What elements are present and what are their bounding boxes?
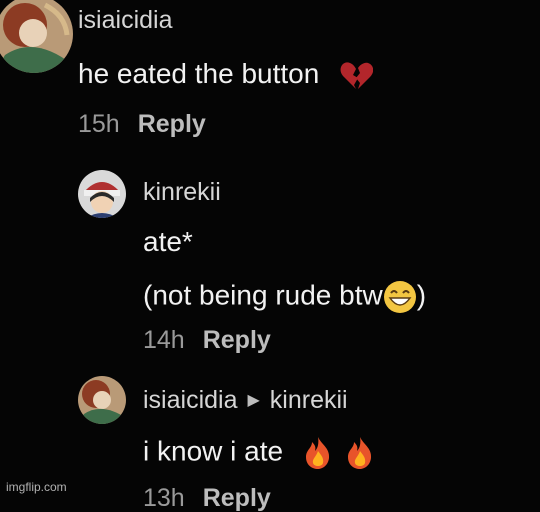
avatar[interactable] (0, 0, 73, 73)
grinning-face-icon (383, 280, 417, 314)
avatar[interactable] (78, 376, 126, 424)
comment-text-content: i know i ate (143, 435, 284, 467)
avatar[interactable] (78, 170, 126, 218)
reply-button[interactable]: Reply (138, 110, 206, 138)
comment-meta: 13h Reply (143, 486, 271, 511)
comment-text-content: he eated the button (78, 58, 320, 89)
comment-time: 14h (143, 326, 185, 354)
reply-arrow-icon: ▶ (247, 392, 260, 410)
fire-icon (345, 436, 375, 470)
comment-text: he eated the button (78, 58, 374, 91)
fire-icon (303, 436, 333, 470)
comment-meta: 15h Reply (78, 112, 206, 137)
comment-time: 15h (78, 110, 120, 138)
comment-text-content: (not being rude btw (143, 279, 383, 311)
comment-text: i know i ate (143, 436, 375, 470)
comment-time: 13h (143, 484, 185, 512)
comment-username: isiaicidia ▶ kinrekii (143, 388, 348, 413)
comment-username[interactable]: isiaicidia (78, 8, 172, 33)
comment-text-end: ) (416, 279, 427, 311)
reply-button[interactable]: Reply (203, 484, 271, 512)
comment-text-line-2: (not being rude btw ) (143, 280, 426, 314)
comment-username[interactable]: kinrekii (143, 180, 221, 205)
comment-meta: 14h Reply (143, 328, 271, 353)
watermark: imgflip.com (6, 480, 67, 494)
broken-heart-icon (339, 61, 374, 91)
reply-author[interactable]: isiaicidia (143, 386, 237, 414)
comment-text-line-1: ate* (143, 226, 193, 257)
reply-button[interactable]: Reply (203, 326, 271, 354)
reply-target[interactable]: kinrekii (270, 386, 348, 414)
